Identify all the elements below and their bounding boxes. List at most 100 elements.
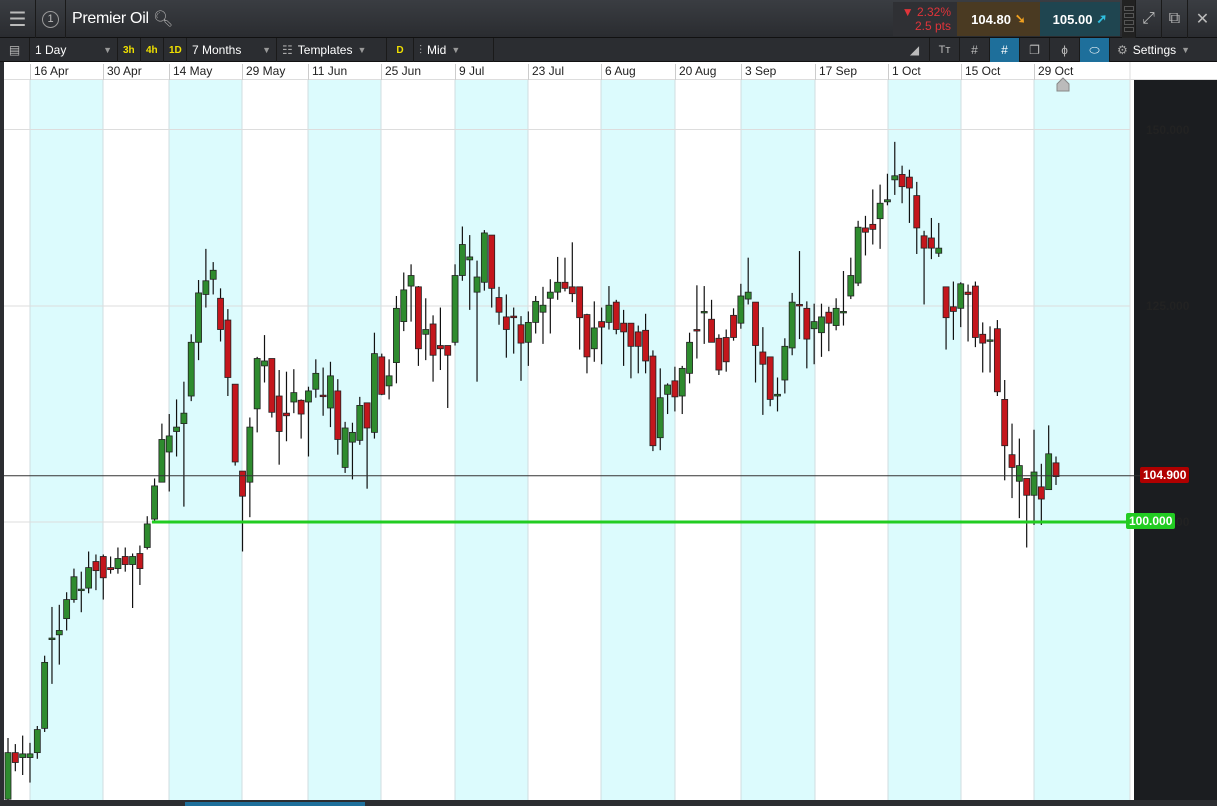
candle-body [715,337,723,371]
candle-body [356,405,364,441]
candle-body [993,328,1001,393]
candle-body [971,285,979,338]
instrument-title[interactable]: Premier Oil [72,10,149,28]
quick-1d[interactable]: 1D [164,38,187,62]
range-select[interactable]: 7 Months ▼ [187,38,277,62]
candle-body [371,353,378,433]
candle-body [246,426,254,483]
layers-icon[interactable]: ❐ [1020,38,1050,62]
candle-body [693,329,701,332]
text-tool-icon[interactable]: Tт [930,38,960,62]
candle-body [1037,486,1045,500]
candle-body [620,322,628,333]
candle-body [803,307,811,340]
candle-body [41,661,49,729]
crosshair-icon[interactable]: ɸ [1050,38,1080,62]
price-chart[interactable] [0,62,1217,800]
window-number-icon[interactable]: 1 [36,0,66,38]
search-icon[interactable]: 🔍︎ [153,9,173,29]
candle-body [1023,478,1031,496]
chevron-down-icon: ▼ [1181,45,1191,55]
candle-body [180,412,188,424]
date-band [455,80,528,800]
buy-price: 105.00 [1052,11,1093,27]
popout-icon[interactable]: ⧉ [1162,0,1188,38]
date-band [741,80,815,800]
level-price-label: 100.000 [1126,513,1176,529]
ladder-handle[interactable] [1122,0,1136,38]
price-tick-label: 125.000 [1146,298,1190,313]
candle-body [400,289,408,323]
candle-body [114,558,122,569]
close-icon[interactable]: ✕ [1188,0,1217,38]
list-icon[interactable]: ▤ [0,38,30,62]
candle-body [920,235,928,249]
candle-body [656,397,664,439]
templates-button[interactable]: ☷ Templates ▼ [277,38,387,62]
interval-select[interactable]: 1 Day ▼ [30,38,118,62]
date-band [888,80,961,800]
candle-body [107,567,115,571]
sell-button[interactable]: 104.80 ➘ [957,2,1040,36]
candle-body [766,356,774,400]
candle-body [173,426,180,432]
d-button[interactable]: D [387,38,414,62]
gear-icon: ⚙ [1117,43,1128,57]
candle-body [825,311,833,324]
scrollbar[interactable] [0,800,1217,806]
candle-body [539,304,547,313]
tag-icon[interactable]: ⬭ [1080,38,1110,62]
candle-body [598,321,606,328]
grid-snap-icon[interactable]: # [990,38,1020,62]
candle-body [708,318,715,343]
price-type-value: Mid [427,43,447,57]
candle-body [891,175,899,181]
arrow-up-icon: ➚ [1096,11,1108,26]
candle-body [165,435,173,453]
quick-4h[interactable]: 4h [141,38,164,62]
candle-body [906,176,913,189]
candle-body [143,523,151,548]
candle-body [649,355,657,447]
candle-body [561,281,569,289]
candle-body [862,227,869,233]
candle-body [305,390,312,403]
candle-body [781,345,789,381]
candle-body [590,327,598,350]
chevron-down-icon: ▼ [357,45,367,55]
candle-body [935,247,943,254]
candle-body [319,394,327,398]
date-band [30,80,103,800]
candle-body [48,637,56,640]
candle-body [129,556,136,565]
price-type-select[interactable]: ⫶ Mid ▼ [414,38,494,62]
candle-body [546,291,554,299]
sell-price: 104.80 [971,11,1011,27]
candle-body [532,300,540,323]
candle-body [436,345,444,350]
scroll-to-latest-icon [1056,77,1070,92]
quick-label: 1D [169,44,182,56]
candle-body [429,323,437,356]
candle-body [722,337,730,363]
draw-line-icon[interactable]: ◢ [900,38,930,62]
candle-body [1015,465,1023,482]
candle-body [136,553,144,569]
quick-label: 4h [146,44,158,56]
candle-body [151,485,158,520]
menu-icon[interactable]: ☰ [0,0,36,38]
buy-button[interactable]: 105.00 ➚ [1040,2,1120,36]
candle-body [1052,462,1060,478]
candle-body [385,375,393,387]
candle-body [334,390,342,440]
quick-3h[interactable]: 3h [118,38,141,62]
settings-button[interactable]: ⚙ Settings ▼ [1112,38,1217,62]
grid-icon[interactable]: # [960,38,990,62]
candle-body [730,314,737,338]
candle-body [744,291,752,300]
templates-label: Templates [297,43,353,57]
expand-icon[interactable]: ⤢ [1136,0,1162,38]
chevron-down-icon: ▼ [451,45,461,55]
candle-body [444,345,452,356]
candle-body [283,412,290,417]
